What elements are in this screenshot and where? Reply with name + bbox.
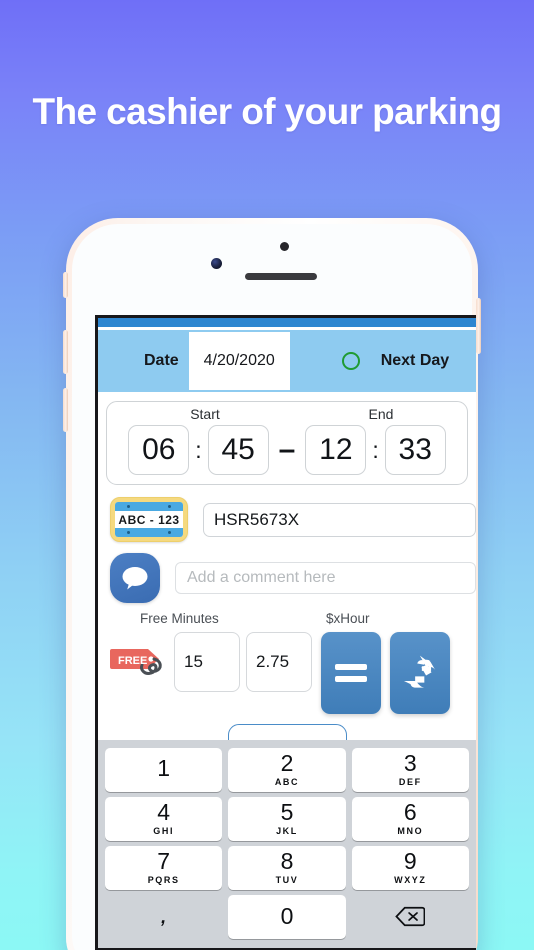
key-8-digit: 8 bbox=[280, 848, 294, 874]
silent-switch[interactable] bbox=[63, 272, 68, 298]
circle-outline-icon[interactable] bbox=[341, 352, 360, 370]
date-input[interactable]: 4/20/2020 bbox=[188, 332, 290, 390]
key-7[interactable]: 7 PQRS bbox=[105, 845, 223, 890]
key-5[interactable]: 5 JKL bbox=[228, 796, 346, 841]
key-6-digit: 6 bbox=[403, 799, 417, 825]
time-range-dash: – bbox=[278, 433, 296, 466]
plate-band-top bbox=[115, 502, 183, 511]
key-comma[interactable]: , bbox=[105, 895, 222, 939]
start-caption: Start bbox=[190, 406, 220, 422]
key-6-letters: MNO bbox=[397, 826, 424, 836]
power-button[interactable] bbox=[476, 298, 481, 354]
home-indicator bbox=[239, 940, 335, 944]
key-4[interactable]: 4 GHI bbox=[105, 796, 223, 841]
free-minutes-input[interactable]: 15 bbox=[174, 632, 240, 692]
phone-device: Date 4/20/2020 Next Day Start End 06: 4… bbox=[63, 218, 481, 950]
volume-down-button[interactable] bbox=[63, 388, 68, 432]
page-title: The cashier of your parking bbox=[32, 91, 502, 132]
key-8-letters: TUV bbox=[275, 875, 299, 885]
price-per-hour-caption: $xHour bbox=[326, 611, 370, 626]
comment-row: Add a comment here bbox=[110, 553, 476, 603]
price-per-hour-input[interactable]: 2.75 bbox=[246, 632, 312, 692]
end-time-separator: : bbox=[372, 436, 379, 463]
volume-up-button[interactable] bbox=[63, 330, 68, 374]
backspace-icon bbox=[395, 906, 426, 927]
key-2-digit: 2 bbox=[280, 750, 294, 776]
calculate-button[interactable] bbox=[321, 632, 381, 714]
recycle-icon bbox=[403, 655, 436, 688]
license-plate-icon: ABC - 123 bbox=[110, 497, 188, 542]
free-price-tag-icon: FREE bbox=[110, 637, 166, 697]
start-hour-input[interactable]: 06 bbox=[128, 425, 190, 475]
key-5-letters: JKL bbox=[276, 826, 298, 836]
license-plate-row: ABC - 123 HSR5673X bbox=[110, 497, 476, 542]
keypad-row-4: , 0 bbox=[102, 892, 472, 941]
key-2-letters: ABC bbox=[274, 777, 300, 787]
key-3[interactable]: 3 DEF bbox=[351, 747, 469, 792]
next-day-toggle[interactable]: Next Day bbox=[341, 352, 450, 370]
key-5-digit: 5 bbox=[280, 799, 294, 825]
date-label: Date bbox=[144, 352, 179, 369]
key-7-letters: PQRS bbox=[147, 875, 180, 885]
key-9-letters: WXYZ bbox=[394, 875, 427, 885]
keypad-row-3: 7 PQRS 8 TUV 9 WXYZ bbox=[102, 843, 472, 892]
app-screen: Date 4/20/2020 Next Day Start End 06: 4… bbox=[95, 315, 476, 950]
key-0-digit: 0 bbox=[280, 903, 294, 929]
key-3-letters: DEF bbox=[398, 777, 422, 787]
time-range-panel: Start End 06 : 45 – 12 : 33 bbox=[106, 401, 468, 485]
end-hour-input[interactable]: 12 bbox=[305, 425, 367, 475]
rate-captions: Free Minutes $xHour bbox=[98, 611, 476, 631]
equals-icon bbox=[335, 658, 367, 688]
svg-text:FREE: FREE bbox=[118, 655, 147, 667]
plate-number-input[interactable]: HSR5673X bbox=[203, 502, 476, 537]
reset-button[interactable] bbox=[390, 632, 450, 714]
comment-input[interactable]: Add a comment here bbox=[175, 562, 476, 594]
key-9-digit: 9 bbox=[403, 848, 417, 874]
speech-bubble-icon[interactable] bbox=[110, 553, 160, 603]
date-bar: Date 4/20/2020 Next Day bbox=[98, 330, 476, 392]
key-4-letters: GHI bbox=[153, 826, 175, 836]
key-1[interactable]: 1 bbox=[105, 747, 223, 792]
plate-band-bottom bbox=[115, 528, 183, 537]
key-backspace[interactable] bbox=[352, 895, 469, 939]
keypad-row-1: 1 2 ABC 3 DEF bbox=[102, 745, 472, 794]
keypad-row-2: 4 GHI 5 JKL 6 MNO bbox=[102, 794, 472, 843]
start-minute-input[interactable]: 45 bbox=[207, 425, 269, 475]
key-6[interactable]: 6 MNO bbox=[351, 796, 469, 841]
next-day-label: Next Day bbox=[380, 352, 450, 369]
numeric-keypad: 1 2 ABC 3 DEF 4 GHI 5 JKL 6 MNO 7 PQRS 8… bbox=[98, 740, 476, 948]
key-comma-glyph: , bbox=[161, 906, 167, 927]
start-time-separator: : bbox=[195, 436, 202, 463]
rate-row: FREE 15 2.75 bbox=[110, 632, 476, 714]
earpiece-speaker-icon bbox=[245, 273, 317, 280]
key-2[interactable]: 2 ABC bbox=[228, 747, 346, 792]
free-minutes-caption: Free Minutes bbox=[140, 611, 219, 626]
key-7-digit: 7 bbox=[157, 848, 171, 874]
front-camera-icon bbox=[211, 258, 222, 269]
phone-bezel: Date 4/20/2020 Next Day Start End 06: 4… bbox=[72, 224, 476, 950]
key-9[interactable]: 9 WXYZ bbox=[351, 845, 469, 890]
key-1-digit: 1 bbox=[157, 754, 171, 781]
key-0[interactable]: 0 bbox=[228, 894, 346, 939]
key-3-digit: 3 bbox=[403, 750, 417, 776]
end-minute-input[interactable]: 33 bbox=[384, 425, 446, 475]
key-8[interactable]: 8 TUV bbox=[228, 845, 346, 890]
end-caption: End bbox=[368, 406, 394, 422]
plate-icon-text: ABC - 123 bbox=[118, 512, 180, 527]
promo-screenshot: The cashier of your parking Date 4/20/20… bbox=[0, 0, 534, 950]
key-4-digit: 4 bbox=[157, 799, 171, 825]
status-bar bbox=[98, 318, 476, 327]
proximity-sensor-icon bbox=[280, 242, 289, 251]
